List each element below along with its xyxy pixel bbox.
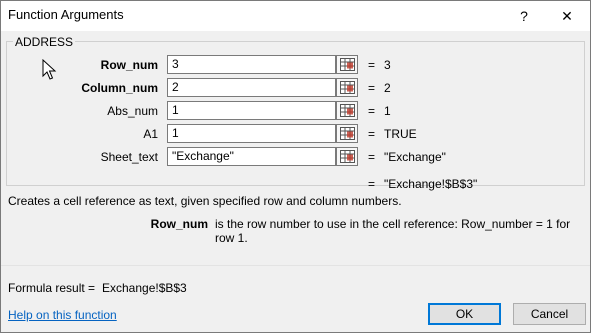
arg-label-column-num: Column_num — [81, 81, 158, 95]
arg-label-row-num: Row_num — [100, 58, 158, 72]
row-num-result: 3 — [384, 58, 391, 72]
title-bar: Function Arguments ? ✕ — [1, 1, 590, 31]
a1-result: TRUE — [384, 127, 417, 141]
row-num-ref-button[interactable] — [336, 55, 358, 74]
column-num-input[interactable]: 2 — [167, 78, 336, 97]
function-name: ADDRESS — [13, 35, 76, 49]
equals-sign: = — [368, 81, 376, 95]
abs-num-ref-button[interactable] — [336, 101, 358, 120]
equals-sign: = — [368, 177, 376, 191]
help-icon[interactable]: ? — [513, 5, 535, 27]
sheet-text-ref-button[interactable] — [336, 147, 358, 166]
arg-label-abs-num: Abs_num — [107, 104, 158, 118]
collapse-dialog-icon — [340, 127, 355, 140]
argument-help-text: is the row number to use in the cell ref… — [215, 217, 571, 245]
column-num-ref-button[interactable] — [336, 78, 358, 97]
cancel-button[interactable]: Cancel — [513, 303, 586, 325]
function-description: Creates a cell reference as text, given … — [8, 194, 402, 208]
function-arguments-dialog: Function Arguments ? ✕ ADDRESS Row_num 3… — [0, 0, 591, 333]
close-icon[interactable]: ✕ — [556, 5, 578, 27]
sheet-text-input[interactable]: "Exchange" — [167, 147, 336, 166]
abs-num-input[interactable]: 1 — [167, 101, 336, 120]
sheet-text-result: "Exchange" — [384, 150, 446, 164]
arg-label-a1: A1 — [143, 127, 158, 141]
collapse-dialog-icon — [340, 150, 355, 163]
dialog-title: Function Arguments — [8, 7, 124, 22]
separator — [1, 265, 590, 266]
mouse-cursor-icon — [42, 59, 57, 80]
collapse-dialog-icon — [340, 58, 355, 71]
a1-input[interactable]: 1 — [167, 124, 336, 143]
a1-ref-button[interactable] — [336, 124, 358, 143]
overall-result: "Exchange!$B$3" — [384, 177, 478, 191]
arg-label-sheet-text: Sheet_text — [100, 150, 158, 164]
equals-sign: = — [368, 127, 376, 141]
row-num-input[interactable]: 3 — [167, 55, 336, 74]
abs-num-result: 1 — [384, 104, 391, 118]
help-on-function-link[interactable]: Help on this function — [8, 308, 117, 322]
formula-result-value: Exchange!$B$3 — [102, 281, 187, 295]
ok-button[interactable]: OK — [428, 303, 501, 325]
formula-result-label: Formula result = — [8, 281, 96, 295]
equals-sign: = — [368, 150, 376, 164]
equals-sign: = — [368, 58, 376, 72]
equals-sign: = — [368, 104, 376, 118]
argument-help-name: Row_num — [150, 217, 208, 231]
collapse-dialog-icon — [340, 104, 355, 117]
collapse-dialog-icon — [340, 81, 355, 94]
column-num-result: 2 — [384, 81, 391, 95]
